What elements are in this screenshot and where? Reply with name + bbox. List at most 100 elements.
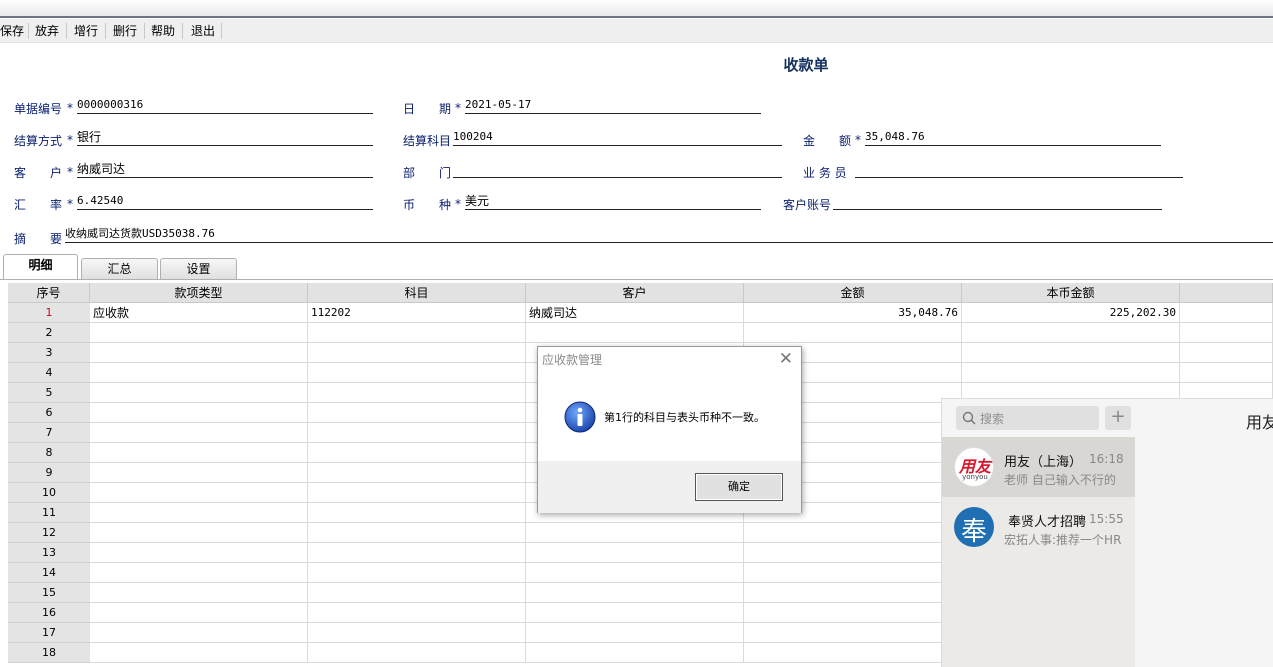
tab-settings[interactable]: 设置 xyxy=(160,258,237,280)
cell-type[interactable] xyxy=(90,423,308,443)
cell-type[interactable] xyxy=(90,383,308,403)
row-number[interactable]: 7 xyxy=(8,423,90,443)
row-number[interactable]: 5 xyxy=(8,383,90,403)
row-number[interactable]: 6 xyxy=(8,403,90,423)
cell-type[interactable] xyxy=(90,623,308,643)
col-header-customer[interactable]: 客户 xyxy=(526,283,744,303)
cell-account[interactable] xyxy=(308,563,526,583)
row-number[interactable]: 17 xyxy=(8,623,90,643)
cell-account[interactable] xyxy=(308,643,526,663)
cell-customer[interactable] xyxy=(526,563,744,583)
row-number[interactable]: 1 xyxy=(8,303,90,323)
cell-account[interactable] xyxy=(308,523,526,543)
cell-type[interactable] xyxy=(90,463,308,483)
row-number[interactable]: 3 xyxy=(8,343,90,363)
cell-account[interactable] xyxy=(308,323,526,343)
cell-amount[interactable] xyxy=(744,583,962,603)
cell-account[interactable] xyxy=(308,423,526,443)
row-number[interactable]: 8 xyxy=(8,443,90,463)
cell-amount[interactable] xyxy=(744,323,962,343)
close-icon[interactable]: ✕ xyxy=(779,349,793,369)
settle-method-field[interactable]: 银行 xyxy=(77,130,373,146)
col-header-no[interactable]: 序号 xyxy=(8,283,90,303)
cell-extra[interactable] xyxy=(1180,303,1273,323)
rate-field[interactable]: 6.42540 xyxy=(77,194,373,210)
doc-no-field[interactable]: 0000000316 xyxy=(77,98,373,114)
cell-account[interactable]: 112202 xyxy=(308,303,526,323)
row-number[interactable]: 13 xyxy=(8,543,90,563)
cell-account[interactable] xyxy=(308,583,526,603)
cell-amount[interactable] xyxy=(744,643,962,663)
row-number[interactable]: 10 xyxy=(8,483,90,503)
cell-account[interactable] xyxy=(308,463,526,483)
cell-type[interactable] xyxy=(90,543,308,563)
cell-account[interactable] xyxy=(308,503,526,523)
amount-field[interactable]: 35,048.76 xyxy=(865,130,1161,146)
ok-button[interactable]: 确定 xyxy=(695,473,783,501)
row-number[interactable]: 2 xyxy=(8,323,90,343)
add-row-button[interactable]: 增行 xyxy=(72,21,100,41)
cell-type[interactable] xyxy=(90,563,308,583)
cell-local-amount[interactable] xyxy=(962,323,1180,343)
cell-type[interactable] xyxy=(90,603,308,623)
cell-extra[interactable] xyxy=(1180,323,1273,343)
add-icon[interactable]: + xyxy=(1105,406,1131,430)
cell-account[interactable] xyxy=(308,383,526,403)
cell-extra[interactable] xyxy=(1180,343,1273,363)
cell-customer[interactable] xyxy=(526,603,744,623)
cell-account[interactable] xyxy=(308,483,526,503)
search-input[interactable]: 搜索 xyxy=(956,406,1099,430)
row-number[interactable]: 4 xyxy=(8,363,90,383)
cell-amount[interactable] xyxy=(744,563,962,583)
cell-local-amount[interactable] xyxy=(962,363,1180,383)
row-number[interactable]: 16 xyxy=(8,603,90,623)
cell-amount[interactable] xyxy=(744,623,962,643)
cell-type[interactable] xyxy=(90,583,308,603)
tab-summary[interactable]: 汇总 xyxy=(81,258,158,280)
cell-customer[interactable] xyxy=(526,623,744,643)
cell-amount[interactable] xyxy=(744,523,962,543)
cell-account[interactable] xyxy=(308,363,526,383)
cell-type[interactable] xyxy=(90,643,308,663)
cell-customer[interactable] xyxy=(526,523,744,543)
settle-account-field[interactable]: 100204 xyxy=(453,130,782,146)
cell-account[interactable] xyxy=(308,603,526,623)
cell-local-amount[interactable]: 225,202.30 xyxy=(962,303,1180,323)
col-header-amount[interactable]: 金额 xyxy=(744,283,962,303)
date-field[interactable]: 2021-05-17 xyxy=(465,98,761,114)
cell-customer[interactable] xyxy=(526,583,744,603)
cell-account[interactable] xyxy=(308,343,526,363)
cell-customer[interactable] xyxy=(526,643,744,663)
cell-amount[interactable] xyxy=(744,543,962,563)
col-header-local-amount[interactable]: 本币金额 xyxy=(962,283,1180,303)
cell-customer[interactable] xyxy=(526,543,744,563)
cell-customer[interactable] xyxy=(526,323,744,343)
row-number[interactable]: 14 xyxy=(8,563,90,583)
exit-button[interactable]: 退出 xyxy=(189,21,217,41)
cell-account[interactable] xyxy=(308,403,526,423)
col-header-type[interactable]: 款项类型 xyxy=(90,283,308,303)
cell-type[interactable] xyxy=(90,403,308,423)
cell-type[interactable] xyxy=(90,443,308,463)
cell-customer[interactable]: 纳威司达 xyxy=(526,303,744,323)
discard-button[interactable]: 放弃 xyxy=(33,21,61,41)
chat-item-fengxian[interactable]: 奉 奉贤人才招聘 15:55 宏拓人事:推荐一个HR xyxy=(942,497,1135,557)
cell-type[interactable] xyxy=(90,323,308,343)
cell-type[interactable] xyxy=(90,343,308,363)
cell-type[interactable]: 应收款 xyxy=(90,303,308,323)
memo-field[interactable]: 收纳威司达货款USD35038.76 xyxy=(65,227,1273,243)
save-button[interactable]: 保存 xyxy=(0,21,26,41)
cell-type[interactable] xyxy=(90,363,308,383)
row-number[interactable]: 18 xyxy=(8,643,90,663)
cell-amount[interactable]: 35,048.76 xyxy=(744,303,962,323)
row-number[interactable]: 11 xyxy=(8,503,90,523)
cell-local-amount[interactable] xyxy=(962,343,1180,363)
cell-extra[interactable] xyxy=(1180,363,1273,383)
cell-type[interactable] xyxy=(90,483,308,503)
chat-item-yonyou[interactable]: 用友 yonyou 用友（上海） 16:18 老师 自己输入不行的 xyxy=(942,437,1135,497)
row-number[interactable]: 12 xyxy=(8,523,90,543)
customer-field[interactable]: 纳威司达 xyxy=(77,162,373,178)
delete-row-button[interactable]: 删行 xyxy=(111,21,139,41)
cell-account[interactable] xyxy=(308,443,526,463)
cust-account-field[interactable] xyxy=(833,194,1162,210)
